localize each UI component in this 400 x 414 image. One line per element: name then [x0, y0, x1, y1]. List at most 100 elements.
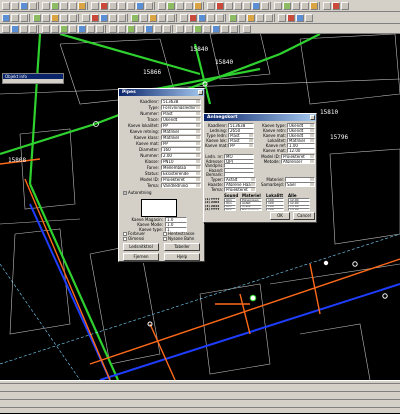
cancel-button[interactable]: Cancel: [293, 212, 315, 220]
toolbar-button-icon[interactable]: [203, 24, 211, 33]
toolbar-button-icon[interactable]: [51, 1, 59, 10]
toolbar-button-icon[interactable]: [278, 13, 286, 22]
toolbar-button-icon[interactable]: [185, 1, 193, 10]
toolbar-button-icon[interactable]: [78, 24, 86, 33]
toolbar-button-icon[interactable]: [154, 24, 162, 33]
anlaeg-dialog[interactable]: Anlaegskort Kaadlenr: 513638 Ledning: 2650 T…: [203, 113, 317, 223]
toolbar-button-icon[interactable]: [176, 1, 184, 10]
hjelp-button[interactable]: Hjelp: [164, 253, 200, 261]
toolbar-button-icon[interactable]: [265, 13, 273, 22]
toolbar-button-icon[interactable]: [252, 1, 260, 10]
toolbar-button-icon[interactable]: [212, 24, 220, 33]
toolbar-button-icon[interactable]: [229, 13, 237, 22]
toolbar-button-icon[interactable]: [287, 13, 295, 22]
option-checkbox[interactable]: [163, 236, 167, 241]
toolbar-button-icon[interactable]: [33, 13, 41, 22]
toolbar-button-icon[interactable]: [176, 24, 184, 33]
toolbar-button-icon[interactable]: [283, 1, 291, 10]
toolbar-button-icon[interactable]: [69, 1, 77, 10]
pipe-field-dropdown[interactable]: Eksisterende: [161, 171, 201, 176]
toolbar-button-icon[interactable]: [256, 13, 264, 22]
toolbar-button-icon[interactable]: [42, 13, 50, 22]
toolbar-button-icon[interactable]: [234, 1, 242, 10]
toolbar-button-icon[interactable]: [221, 24, 229, 33]
toolbar-button-icon[interactable]: [216, 13, 224, 22]
toolbar-button-icon[interactable]: [185, 24, 193, 33]
toolbar-button-icon[interactable]: [91, 1, 99, 10]
toolbar-button-icon[interactable]: [305, 13, 313, 22]
toolbar-button-icon[interactable]: [109, 24, 117, 33]
toolbar-button-icon[interactable]: [167, 1, 175, 10]
table-cell[interactable]: Ukn: [224, 207, 236, 212]
toolbar-button-icon[interactable]: [2, 13, 10, 22]
option-checkbox[interactable]: [163, 231, 167, 236]
pipe-field-dropdown[interactable]: PN10: [161, 159, 201, 164]
pipe-field-dropdown[interactable]: Ukendt: [161, 117, 201, 122]
toolbar-button-icon[interactable]: [189, 13, 197, 22]
anlaeg-field-input[interactable]: 12.00: [287, 148, 315, 153]
toolbar-button-icon[interactable]: [332, 1, 340, 10]
toolbar-button-icon[interactable]: [301, 1, 309, 10]
pipe-field-dropdown[interactable]: PP: [161, 123, 201, 128]
toolbar-button-icon[interactable]: [207, 13, 215, 22]
toolbar-button-icon[interactable]: [11, 1, 19, 10]
toolbar-button-icon[interactable]: [341, 1, 349, 10]
toolbar-button-icon[interactable]: [158, 13, 166, 22]
toolbar-button-icon[interactable]: [180, 13, 188, 22]
toolbar-button-icon[interactable]: [292, 1, 300, 10]
toolbar-button-icon[interactable]: [163, 24, 171, 33]
toolbar-button-icon[interactable]: [310, 1, 318, 10]
toolbar-button-icon[interactable]: [42, 24, 50, 33]
pipe-properties-dialog[interactable]: Pipes Kaadlenr: 513638 Type: Forsyningsledn…: [118, 88, 205, 262]
pipe-field-dropdown[interactable]: Mellemblaa: [161, 165, 201, 170]
toolbar-button-icon[interactable]: [69, 24, 77, 33]
toolbar-button-icon[interactable]: [29, 24, 37, 33]
toolbar-button-icon[interactable]: [296, 13, 304, 22]
close-icon[interactable]: [198, 90, 203, 95]
toolbar-button-icon[interactable]: [11, 24, 19, 33]
close-icon[interactable]: [310, 115, 315, 120]
toolbar-button-icon[interactable]: [136, 24, 144, 33]
toolbar-button-icon[interactable]: [118, 13, 126, 22]
toolbar-button-icon[interactable]: [140, 13, 148, 22]
toolbar-button-icon[interactable]: [145, 1, 153, 10]
toolbar-button-icon[interactable]: [238, 13, 246, 22]
ledsnit-button[interactable]: Ledsnitktrol: [123, 243, 159, 251]
fjernen-button[interactable]: Fjernen: [123, 253, 159, 261]
toolbar-button-icon[interactable]: [60, 1, 68, 10]
toolbar-button-icon[interactable]: [194, 1, 202, 10]
toolbar-button-icon[interactable]: [11, 13, 19, 22]
object-info-window[interactable]: Objekt info: [2, 73, 64, 84]
option-checkbox[interactable]: [123, 236, 127, 241]
option-checkbox-row[interactable]: Nysone Bahn: [163, 236, 194, 241]
toolbar-button-icon[interactable]: [118, 1, 126, 10]
option-checkbox-row[interactable]: Oimensi: [123, 236, 144, 241]
pipe-field-dropdown[interactable]: 2.00: [161, 153, 201, 158]
toolbar-button-icon[interactable]: [60, 13, 68, 22]
table-cell[interactable]: 100: [266, 207, 284, 212]
toolbar-button-icon[interactable]: [198, 13, 206, 22]
anlaeg-field-input[interactable]: Projekteret: [224, 187, 256, 192]
toolbar-button-icon[interactable]: [136, 1, 144, 10]
pipe-field-dropdown[interactable]: 513638: [161, 99, 201, 104]
option-checkbox[interactable]: [123, 231, 127, 236]
pipe-field-dropdown[interactable]: Vandledning: [161, 183, 201, 188]
toolbar-button-icon[interactable]: [96, 24, 104, 33]
toolbar-button-icon[interactable]: [42, 1, 50, 10]
toolbar-button-icon[interactable]: [127, 1, 135, 10]
toolbar-button-icon[interactable]: [82, 13, 90, 22]
pipe-field-dropdown[interactable]: Projekteret: [161, 177, 201, 182]
toolbar-button-icon[interactable]: [109, 1, 117, 10]
toolbar-button-icon[interactable]: [100, 1, 108, 10]
toolbar-button-icon[interactable]: [145, 24, 153, 33]
toolbar-button-icon[interactable]: [243, 24, 251, 33]
toolbar-button-icon[interactable]: [2, 1, 10, 10]
toolbar-button-icon[interactable]: [20, 24, 28, 33]
toolbar-button-icon[interactable]: [323, 1, 331, 10]
toolbar-button-icon[interactable]: [127, 24, 135, 33]
ok-button[interactable]: OK: [270, 212, 290, 220]
pipe-field-dropdown[interactable]: PP: [161, 141, 201, 146]
tabeller-button[interactable]: Tabeller: [164, 243, 200, 251]
pipe-field-dropdown[interactable]: Plast: [161, 111, 201, 116]
toolbar-button-icon[interactable]: [225, 1, 233, 10]
